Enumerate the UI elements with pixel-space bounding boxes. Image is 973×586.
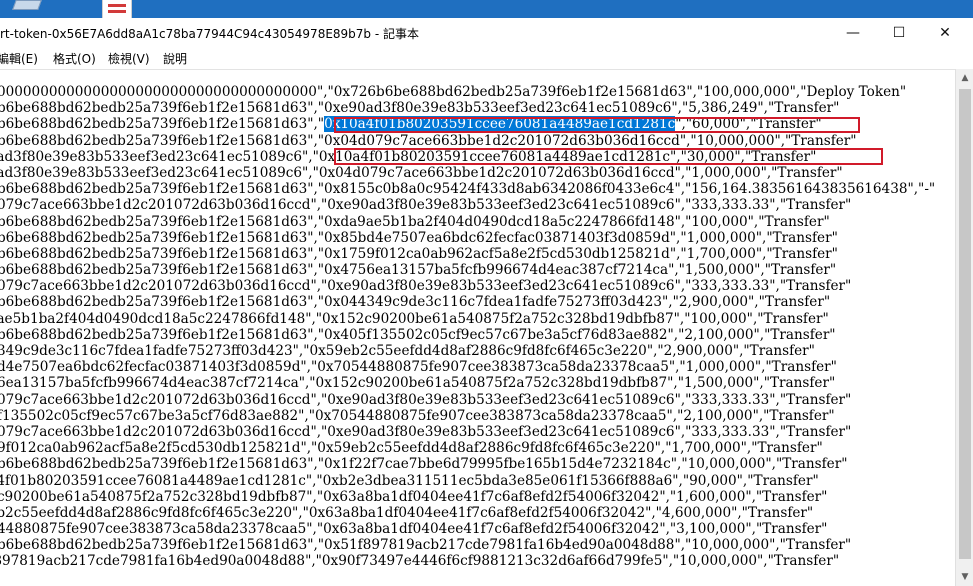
- line-text: 4756ea13157ba5fcfb996674d4eac387cf7214ca…: [0, 375, 836, 392]
- scroll-down-arrow-icon[interactable]: ▼: [956, 568, 973, 586]
- text-line: 044349c9de3c116c7fdea1fadfe75273ff03d423…: [0, 343, 935, 359]
- window-title: rt-token-0x56E7A6dd8aA1c78ba77944C94c430…: [0, 27, 420, 41]
- line-text: 726b6be688bd62bedb25a739f6eb1f2e15681d63…: [0, 294, 831, 311]
- line-text: e90ad3f80e39e83b533eef3ed23c641ec51089c6…: [0, 164, 843, 181]
- line-text: 04d079c7ace663bbe1d2c201072d63b036d16ccd…: [0, 197, 852, 214]
- line-text: 10a4f01b80203591ccee76081a4489ae1cd1281c…: [0, 472, 819, 489]
- line-text: 726b6be688bd62bedb25a739f6eb1f2e15681d63…: [0, 116, 325, 133]
- text-line: 726b6be688bd62bedb25a739f6eb1f2e15681d63…: [0, 100, 935, 116]
- text-line: 726b6be688bd62bedb25a739f6eb1f2e15681d63…: [0, 230, 935, 246]
- text-line: e90ad3f80e39e83b533eef3ed23c641ec51089c6…: [0, 165, 935, 181]
- line-text: 405f135502c05cf9ec57c67be3a5cf76d83ae882…: [0, 407, 835, 424]
- line-text: 152c90200be61a540875f2a752c328bd19dbfb87…: [0, 488, 828, 505]
- text-line: 4756ea13157ba5fcfb996674d4eac387cf7214ca…: [0, 375, 935, 391]
- line-text: 726b6be688bd62bedb25a739f6eb1f2e15681d63…: [0, 537, 852, 554]
- minimize-button[interactable]: —: [830, 18, 876, 47]
- line-text: 04d079c7ace663bbe1d2c201072d63b036d16ccd…: [0, 391, 852, 408]
- line-text: 726b6be688bd62bedb25a739f6eb1f2e15681d63…: [0, 181, 936, 198]
- line-text: 726b6be688bd62bedb25a739f6eb1f2e15681d63…: [0, 245, 838, 262]
- menu-edit[interactable]: 編輯(E): [0, 50, 38, 67]
- highlight-box: [334, 148, 883, 165]
- menu-format[interactable]: 格式(O): [53, 50, 96, 67]
- text-line: 04d079c7ace663bbe1d2c201072d63b036d16ccd…: [0, 424, 935, 440]
- close-button[interactable]: ✕: [922, 18, 968, 47]
- text-line: 152c90200be61a540875f2a752c328bd19dbfb87…: [0, 489, 935, 505]
- text-line: 59eb2c55eefdd4d8af2886c9fd8fc6f465c3e220…: [0, 505, 935, 521]
- line-text: da9ae5b1ba2f404d0490dcd18a5c2247866fd148…: [0, 310, 829, 327]
- line-text: 044349c9de3c116c7fdea1fadfe75273ff03d423…: [0, 343, 815, 359]
- line-text: 0000000000000000000000000000000000000000…: [0, 84, 907, 100]
- title-bar[interactable]: rt-token-0x56E7A6dd8aA1c78ba77944C94c430…: [0, 18, 973, 47]
- text-line: 726b6be688bd62bedb25a739f6eb1f2e15681d63…: [0, 456, 935, 472]
- line-text: 726b6be688bd62bedb25a739f6eb1f2e15681d63…: [0, 132, 857, 149]
- text-line: 10a4f01b80203591ccee76081a4489ae1cd1281c…: [0, 473, 935, 489]
- highlight-box: [334, 117, 860, 133]
- line-text: 59eb2c55eefdd4d8af2886c9fd8fc6f465c3e220…: [0, 504, 814, 521]
- scroll-thumb[interactable]: [959, 89, 971, 559]
- text-line: 04d079c7ace663bbe1d2c201072d63b036d16ccd…: [0, 197, 935, 213]
- text-line: 70544880875fe907cee383873ca58da23378caa5…: [0, 521, 935, 537]
- text-line: 51f897819acb217cde7981fa16b4ed90a0048d88…: [0, 553, 935, 569]
- text-line: 0000000000000000000000000000000000000000…: [0, 84, 935, 100]
- line-text: 85bd4e7507ea6bdc62fecfac03871403f3d0859d…: [0, 359, 837, 376]
- menu-view[interactable]: 檢視(V): [108, 50, 150, 67]
- maximize-button[interactable]: ☐: [876, 18, 922, 47]
- text-line: da9ae5b1ba2f404d0490dcd18a5c2247866fd148…: [0, 311, 935, 327]
- text-line: 726b6be688bd62bedb25a739f6eb1f2e15681d63…: [0, 181, 935, 197]
- document-desktop-icon[interactable]: [100, 0, 134, 18]
- line-text: 70544880875fe907cee383873ca58da23378caa5…: [0, 521, 828, 538]
- text-line: 85bd4e7507ea6bdc62fecfac03871403f3d0859d…: [0, 359, 935, 375]
- line-text: 726b6be688bd62bedb25a739f6eb1f2e15681d63…: [0, 213, 830, 230]
- scroll-up-arrow-icon[interactable]: ▲: [956, 69, 973, 87]
- text-line: 726b6be688bd62bedb25a739f6eb1f2e15681d63…: [0, 133, 935, 149]
- menu-bar: 編輯(E) 格式(O) 檢視(V) 說明: [0, 47, 973, 69]
- computer-desktop-icon[interactable]: [8, 0, 46, 18]
- desktop-strip: [0, 0, 973, 18]
- text-line: 726b6be688bd62bedb25a739f6eb1f2e15681d63…: [0, 537, 935, 553]
- line-text: 726b6be688bd62bedb25a739f6eb1f2e15681d63…: [0, 326, 836, 343]
- text-line: 726b6be688bd62bedb25a739f6eb1f2e15681d63…: [0, 294, 935, 310]
- line-text: 1759f012ca0ab962acf5a8e2f5cd530db125821d…: [0, 440, 823, 457]
- text-line: 405f135502c05cf9ec57c67be3a5cf76d83ae882…: [0, 408, 935, 424]
- text-line: 04d079c7ace663bbe1d2c201072d63b036d16ccd…: [0, 392, 935, 408]
- text-line: 726b6be688bd62bedb25a739f6eb1f2e15681d63…: [0, 327, 935, 343]
- line-text: 726b6be688bd62bedb25a739f6eb1f2e15681d63…: [0, 456, 848, 473]
- line-text: 726b6be688bd62bedb25a739f6eb1f2e15681d63…: [0, 262, 837, 279]
- line-text: 726b6be688bd62bedb25a739f6eb1f2e15681d63…: [0, 100, 840, 117]
- text-line: 726b6be688bd62bedb25a739f6eb1f2e15681d63…: [0, 262, 935, 278]
- text-editor[interactable]: 0000000000000000000000000000000000000000…: [0, 69, 955, 586]
- line-text: 04d079c7ace663bbe1d2c201072d63b036d16ccd…: [0, 423, 852, 440]
- notepad-window: rt-token-0x56E7A6dd8aA1c78ba77944C94c430…: [0, 18, 973, 586]
- line-text: 04d079c7ace663bbe1d2c201072d63b036d16ccd…: [0, 278, 852, 295]
- text-line: 04d079c7ace663bbe1d2c201072d63b036d16ccd…: [0, 278, 935, 294]
- text-line: 726b6be688bd62bedb25a739f6eb1f2e15681d63…: [0, 214, 935, 230]
- menu-help[interactable]: 說明: [163, 50, 187, 67]
- vertical-scrollbar[interactable]: ▲ ▼: [955, 69, 973, 586]
- text-line: 726b6be688bd62bedb25a739f6eb1f2e15681d63…: [0, 246, 935, 262]
- text-line: 1759f012ca0ab962acf5a8e2f5cd530db125821d…: [0, 440, 935, 456]
- line-text: 726b6be688bd62bedb25a739f6eb1f2e15681d63…: [0, 229, 838, 246]
- line-text: 51f897819acb217cde7981fa16b4ed90a0048d88…: [0, 553, 840, 570]
